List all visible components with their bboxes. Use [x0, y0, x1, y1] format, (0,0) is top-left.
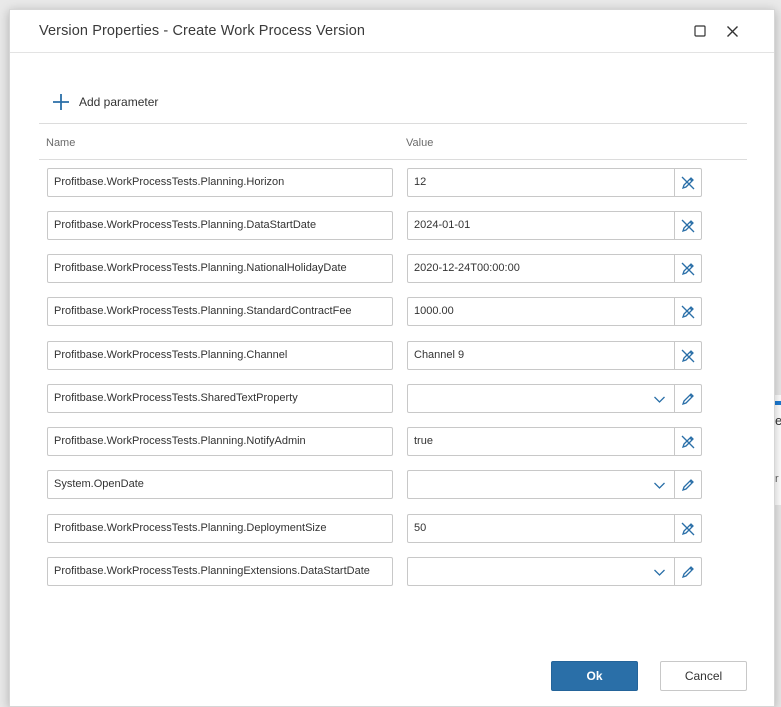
- maximize-icon: [694, 25, 706, 37]
- parameter-name-field[interactable]: Profitbase.WorkProcessTests.Planning.Dep…: [47, 514, 393, 543]
- parameter-row: Profitbase.WorkProcessTests.PlanningExte…: [47, 557, 703, 586]
- add-parameter-button[interactable]: Add parameter: [52, 93, 158, 111]
- close-button[interactable]: [723, 22, 741, 40]
- edit-button[interactable]: [674, 557, 702, 586]
- parameter-name-field[interactable]: Profitbase.WorkProcessTests.Planning.Not…: [47, 427, 393, 456]
- background-partial-text: r: [775, 473, 779, 485]
- reset-edit-icon: [681, 176, 695, 189]
- edit-button[interactable]: [674, 384, 702, 413]
- dialog-titlebar: Version Properties - Create Work Process…: [10, 10, 774, 53]
- parameter-name-field[interactable]: Profitbase.WorkProcessTests.Planning.Hor…: [47, 168, 393, 197]
- parameter-name-field[interactable]: System.OpenDate: [47, 470, 393, 499]
- version-properties-dialog: Version Properties - Create Work Process…: [9, 9, 775, 707]
- parameter-row: Profitbase.WorkProcessTests.Planning.Not…: [47, 427, 703, 456]
- parameter-row: Profitbase.WorkProcessTests.SharedTextPr…: [47, 384, 703, 413]
- background-partial-text: e: [775, 413, 781, 428]
- chevron-down-icon: [654, 482, 665, 489]
- parameter-value-field[interactable]: 1000.00: [407, 297, 675, 326]
- parameter-row: Profitbase.WorkProcessTests.Planning.Nat…: [47, 254, 703, 283]
- edit-button[interactable]: [674, 470, 702, 499]
- reset-edit-icon: [681, 349, 695, 362]
- parameter-row: System.OpenDate: [47, 470, 703, 499]
- add-parameter-label: Add parameter: [79, 95, 159, 109]
- parameter-row: Profitbase.WorkProcessTests.Planning.Hor…: [47, 168, 703, 197]
- parameter-name-field[interactable]: Profitbase.WorkProcessTests.Planning.Sta…: [47, 297, 393, 326]
- reset-edit-icon: [681, 435, 695, 448]
- parameter-value-dropdown[interactable]: [407, 470, 675, 499]
- reset-edit-button[interactable]: [674, 211, 702, 240]
- reset-edit-button[interactable]: [674, 168, 702, 197]
- parameter-name-field[interactable]: Profitbase.WorkProcessTests.SharedTextPr…: [47, 384, 393, 413]
- parameter-name-field[interactable]: Profitbase.WorkProcessTests.PlanningExte…: [47, 557, 393, 586]
- parameters-table-header: Name Value: [39, 123, 747, 160]
- reset-edit-icon: [681, 522, 695, 535]
- pencil-icon: [681, 392, 694, 405]
- parameter-value-field[interactable]: 2024-01-01: [407, 211, 675, 240]
- reset-edit-button[interactable]: [674, 341, 702, 370]
- pencil-icon: [681, 565, 694, 578]
- maximize-button[interactable]: [691, 22, 709, 40]
- plus-icon: [53, 94, 69, 110]
- parameter-row: Profitbase.WorkProcessTests.Planning.Dat…: [47, 211, 703, 240]
- chevron-down-icon: [654, 396, 665, 403]
- parameter-row: Profitbase.WorkProcessTests.Planning.Dep…: [47, 514, 703, 543]
- dialog-title: Version Properties - Create Work Process…: [39, 23, 366, 39]
- parameter-value-field[interactable]: 12: [407, 168, 675, 197]
- parameter-value-field[interactable]: 2020-12-24T00:00:00: [407, 254, 675, 283]
- parameter-name-field[interactable]: Profitbase.WorkProcessTests.Planning.Nat…: [47, 254, 393, 283]
- parameter-value-dropdown[interactable]: [407, 557, 675, 586]
- column-header-value: Value: [406, 137, 434, 149]
- close-icon: [726, 25, 738, 37]
- pencil-icon: [681, 478, 694, 491]
- parameter-value-dropdown[interactable]: [407, 384, 675, 413]
- reset-edit-icon: [681, 305, 695, 318]
- parameter-row: Profitbase.WorkProcessTests.Planning.Cha…: [47, 341, 703, 370]
- parameter-value-field[interactable]: true: [407, 427, 675, 456]
- parameter-name-field[interactable]: Profitbase.WorkProcessTests.Planning.Dat…: [47, 211, 393, 240]
- reset-edit-button[interactable]: [674, 514, 702, 543]
- parameter-value-field[interactable]: Channel 9: [407, 341, 675, 370]
- column-header-name: Name: [46, 137, 76, 149]
- background-accent: [774, 401, 781, 405]
- parameter-value-field[interactable]: 50: [407, 514, 675, 543]
- parameter-row: Profitbase.WorkProcessTests.Planning.Sta…: [47, 297, 703, 326]
- reset-edit-button[interactable]: [674, 254, 702, 283]
- cancel-button[interactable]: Cancel: [660, 661, 747, 691]
- reset-edit-button[interactable]: [674, 427, 702, 456]
- reset-edit-icon: [681, 262, 695, 275]
- parameter-name-field[interactable]: Profitbase.WorkProcessTests.Planning.Cha…: [47, 341, 393, 370]
- ok-button[interactable]: Ok: [551, 661, 638, 691]
- reset-edit-icon: [681, 219, 695, 232]
- reset-edit-button[interactable]: [674, 297, 702, 326]
- chevron-down-icon: [654, 569, 665, 576]
